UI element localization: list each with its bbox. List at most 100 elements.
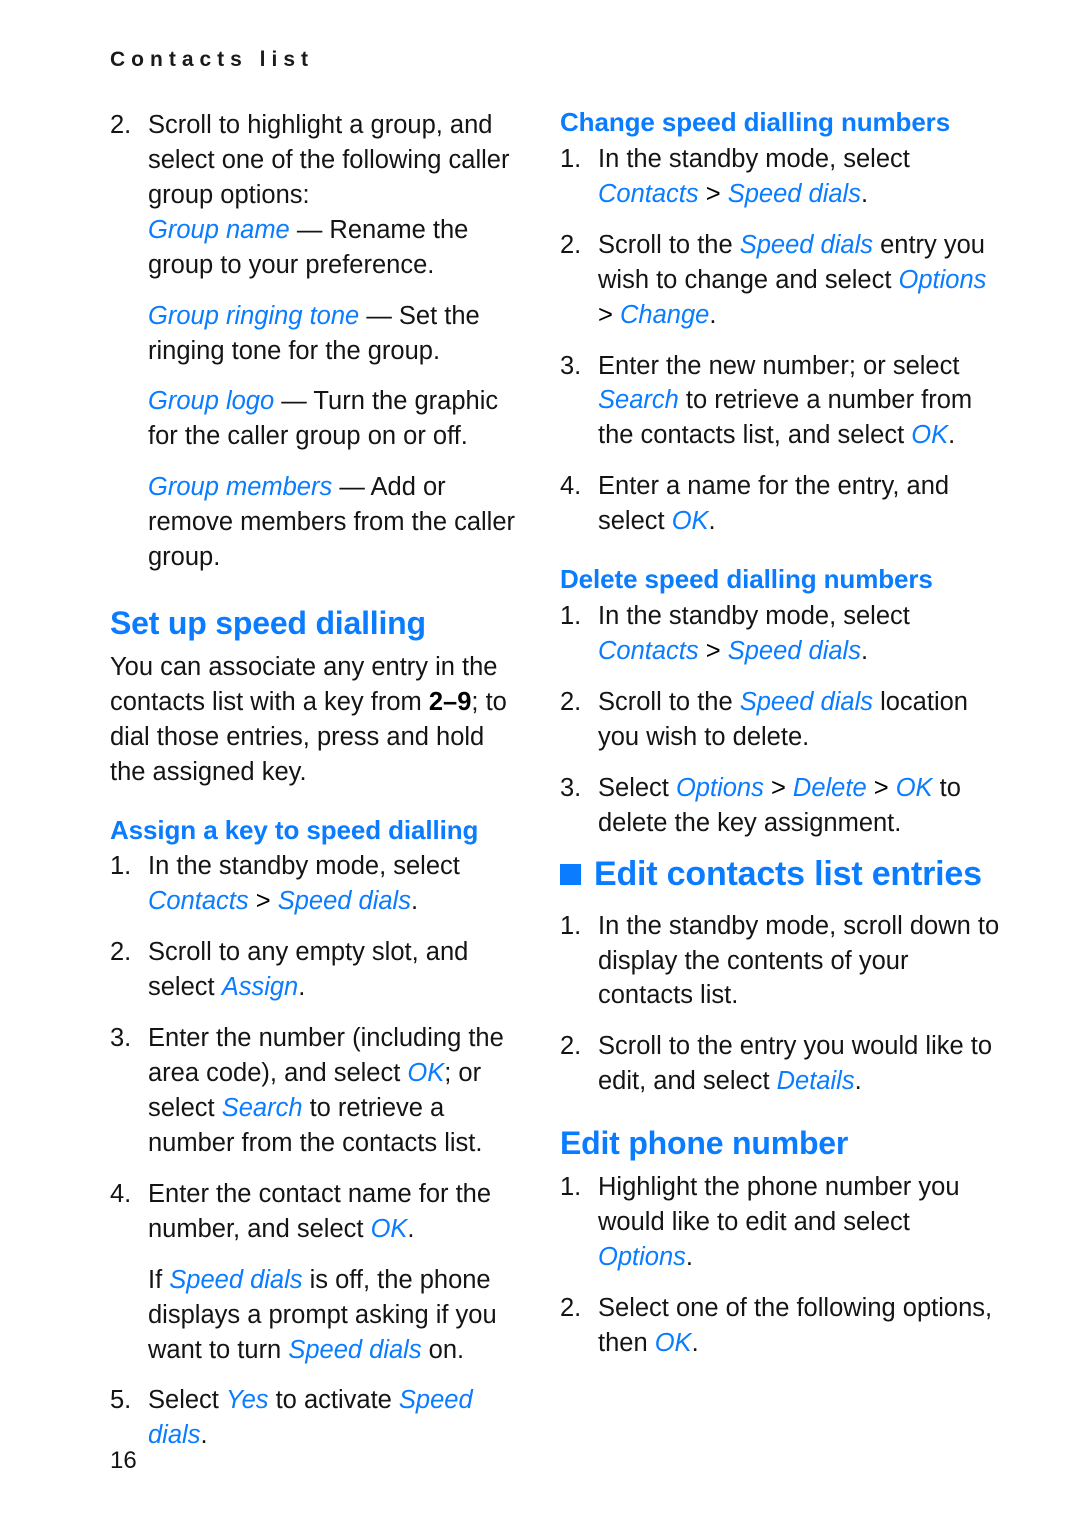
- right-column: Change speed dialling numbers 1. In the s…: [560, 107, 1080, 1453]
- ui-term: Contacts: [598, 179, 699, 208]
- ui-term: Speed dials: [739, 687, 873, 716]
- menu-separator: >: [763, 773, 793, 802]
- list-marker: 1.: [110, 852, 132, 881]
- list-marker: 1.: [560, 144, 582, 173]
- list-item: 3. Select Options > Delete > OK to delete…: [560, 771, 1000, 841]
- ui-term: Speed dials: [727, 636, 861, 665]
- list-marker: 3.: [560, 773, 582, 802]
- list-marker: 4.: [110, 1179, 132, 1208]
- caller-group-steps: 2. Scroll to highlight a group, and sele…: [110, 108, 522, 213]
- text-run: .: [298, 973, 306, 1002]
- chapter-heading-edit-contacts-list-entries: Edit contacts list entries: [560, 855, 1000, 893]
- manual-page: Contacts list 2. Scroll to highlight a g…: [0, 0, 1080, 1530]
- text-run: In the standby mode, select: [148, 852, 460, 881]
- list-item: 4. Enter the contact name for the number,…: [110, 1177, 522, 1247]
- list-item-text: Select one of the following options, the…: [598, 1294, 992, 1357]
- section-heading-edit-phone-number: Edit phone number: [560, 1125, 849, 1162]
- list-marker: 2.: [560, 1293, 582, 1322]
- list-item: 2. Scroll to the Speed dials location you…: [560, 685, 1000, 755]
- menu-separator: >: [248, 887, 278, 916]
- delete-speed-dialling-steps: 1. In the standby mode, select Contacts >…: [560, 599, 1000, 841]
- list-item: 1. In the standby mode, scroll down to di…: [560, 909, 1000, 1014]
- ui-term: Contacts: [598, 636, 699, 665]
- ui-term: OK: [370, 1214, 408, 1243]
- text-run: .: [410, 887, 419, 916]
- list-item-text: Select Yes to activate Speed dials.: [148, 1386, 473, 1449]
- text-run: .: [200, 1421, 208, 1450]
- text-run: Select: [598, 773, 676, 802]
- list-item-text: Enter the number (including the area cod…: [148, 1024, 504, 1157]
- text-run: Enter the contact name for the number, a…: [148, 1179, 492, 1243]
- option-dash: —: [332, 473, 371, 502]
- list-item-text: Scroll to the Speed dials entry you wish…: [598, 231, 986, 329]
- option-term: Group name: [148, 215, 290, 244]
- group-options-list: Group name — Rename the group to your pr…: [110, 213, 522, 575]
- list-item: 2. Select one of the following options, t…: [560, 1291, 1000, 1361]
- square-bullet-icon: [560, 864, 581, 886]
- ui-term: Options: [598, 1242, 686, 1271]
- list-marker: 3.: [560, 351, 582, 380]
- list-item-text: Highlight the phone number you would lik…: [598, 1173, 960, 1271]
- list-marker: 4.: [560, 472, 582, 501]
- text-run: .: [854, 1067, 862, 1096]
- ui-term: Contacts: [148, 887, 249, 916]
- section-heading-set-up-speed-dialling: Set up speed dialling: [110, 605, 426, 642]
- ui-term: OK: [911, 421, 949, 450]
- list-item: 2. Scroll to the entry you would like to …: [560, 1029, 1000, 1099]
- text-run: .: [948, 421, 956, 450]
- text-run: .: [860, 179, 869, 208]
- text-run: .: [860, 636, 869, 665]
- ui-term: Assign: [221, 973, 299, 1002]
- list-item-text: In the standby mode, select Contacts > S…: [598, 602, 910, 665]
- group-option-3: Group members — Add or remove members fr…: [148, 470, 522, 575]
- list-marker: 1.: [560, 911, 582, 940]
- group-option-1: Group ringing tone — Set the ringing ton…: [148, 299, 522, 369]
- list-item-text: Scroll to any empty slot, and select Ass…: [148, 938, 468, 1001]
- list-item: 5. Select Yes to activate Speed dials.: [110, 1383, 522, 1453]
- list-item-text: In the standby mode, select Contacts > S…: [148, 852, 460, 915]
- ui-term: Change: [619, 300, 710, 329]
- list-marker: 2.: [110, 111, 132, 139]
- list-marker: 2.: [110, 938, 132, 967]
- set-up-speed-dialling-intro: You can associate any entry in the conta…: [110, 650, 522, 790]
- running-header: Contacts list: [110, 48, 315, 71]
- list-item: 4. Enter a name for the entry, and select…: [560, 469, 1000, 539]
- list-item-text: Enter the contact name for the number, a…: [148, 1180, 491, 1243]
- step-note-text: If Speed dials is off, the phone display…: [148, 1266, 497, 1364]
- option-dash: —: [274, 387, 314, 416]
- text-run: Highlight the phone number you would lik…: [598, 1173, 960, 1236]
- list-item: 2. Scroll to any empty slot, and select A…: [110, 935, 522, 1005]
- list-item: 2. Scroll to the Speed dials entry you wi…: [560, 228, 1000, 333]
- ui-term: Yes: [225, 1386, 269, 1415]
- ui-term: OK: [895, 773, 933, 802]
- ui-term: Details: [776, 1067, 855, 1096]
- text-run: .: [709, 300, 717, 329]
- option-term: Group members: [148, 473, 333, 502]
- text-run: .: [691, 1328, 699, 1357]
- subsection-heading-change-speed-dialling: Change speed dialling numbers: [560, 107, 951, 137]
- two-column-body: 2. Scroll to highlight a group, and sele…: [0, 107, 1080, 1453]
- text-run: Scroll to the: [598, 230, 740, 259]
- text-run: If: [148, 1265, 170, 1294]
- list-marker: 2.: [560, 230, 582, 259]
- list-item-text: Scroll to highlight a group, and select …: [148, 111, 510, 209]
- page-number: 16: [110, 1447, 137, 1474]
- ui-term: Speed dials: [169, 1265, 303, 1294]
- left-column: 2. Scroll to highlight a group, and sele…: [0, 108, 560, 1453]
- text-run: In the standby mode, select: [598, 602, 910, 630]
- ui-term: Search: [598, 386, 679, 415]
- subsection-heading-assign-a-key: Assign a key to speed dialling: [110, 814, 479, 845]
- list-item: 3. Enter the number (including the area c…: [110, 1021, 522, 1161]
- list-item: 1. In the standby mode, select Contacts >…: [110, 849, 522, 919]
- assign-key-steps: 1. In the standby mode, select Contacts >…: [110, 849, 522, 1453]
- text-run: Scroll to the: [598, 687, 740, 716]
- ui-term: Speed dials: [727, 179, 861, 208]
- menu-separator: >: [698, 179, 728, 208]
- chapter-heading-label: Edit contacts list entries: [594, 854, 982, 893]
- edit-phone-number-steps: 1. Highlight the phone number you would l…: [560, 1170, 1000, 1361]
- ui-term: Options: [898, 265, 987, 294]
- option-term: Group ringing tone: [148, 301, 360, 330]
- text-run: Scroll to any empty slot, and select: [148, 938, 469, 1002]
- ui-term: OK: [671, 507, 709, 536]
- list-item-text: Scroll to the entry you would like to ed…: [598, 1032, 992, 1095]
